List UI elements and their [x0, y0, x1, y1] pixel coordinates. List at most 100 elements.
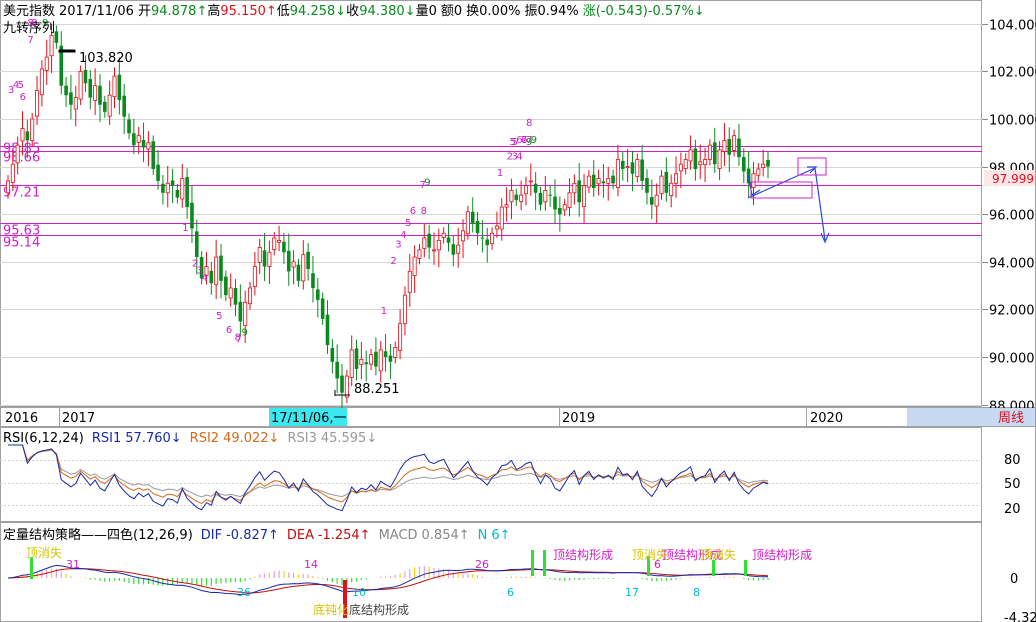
macd-signal-text: 底钝化 — [313, 602, 349, 617]
candle-body-up — [417, 249, 422, 259]
candle-body-up — [272, 237, 277, 250]
nine-turn-label: 6 — [20, 92, 26, 103]
close-value: 94.380↓ — [359, 4, 415, 19]
candle-body-up — [674, 173, 679, 184]
candle-body-down — [577, 180, 582, 203]
candle-body-down — [219, 255, 223, 281]
rsi-legend: RSI(6,12,24) RSI1 57.760↓ RSI2 49.022↓ RSI3 45… — [3, 431, 377, 446]
candle-body-down — [83, 69, 88, 84]
nine-turn-label: 1 — [381, 306, 387, 317]
rsi-tick-20: 20 — [1004, 502, 1021, 517]
candle-body-up — [369, 354, 374, 365]
low-value: 94.258↓ — [290, 4, 346, 19]
candle-body-up — [39, 68, 44, 96]
price-panel-frame — [0, 0, 982, 407]
candle-body-down — [161, 183, 165, 193]
candle-body-down — [103, 101, 107, 112]
candle-body-down — [650, 197, 654, 205]
macd-value: 0.854↑ — [422, 528, 470, 543]
nine-turn-label: 8 — [421, 206, 427, 217]
n-value: 6↑ — [491, 528, 510, 543]
candle-body-down — [388, 355, 393, 362]
rsi-tick-50: 50 — [1004, 477, 1021, 492]
candle-body-down — [262, 250, 267, 267]
candle-body-up — [543, 190, 548, 203]
indicator-name: 九转序列 — [3, 21, 55, 36]
candle-body-up — [49, 35, 54, 57]
volume-value: 量0 — [416, 4, 437, 19]
candle-body-up — [688, 149, 693, 162]
candle-body-down — [374, 351, 378, 367]
candle-body-up — [35, 90, 40, 117]
nine-turn-label: 1 — [182, 223, 188, 234]
candle-body-down — [712, 142, 717, 165]
candle-body-down — [132, 133, 136, 146]
candle-body-up — [44, 56, 49, 71]
candle-body-down — [238, 301, 243, 322]
current-price-tag: 97.999 — [992, 172, 1034, 186]
candle-body-up — [596, 178, 601, 185]
rsi-title: RSI(6,12,24) — [3, 431, 84, 446]
candle-body-up — [586, 175, 591, 188]
nine-turn-label: 5 — [18, 80, 24, 91]
candle-body-up — [582, 185, 587, 207]
macd-signal-number: 36 — [237, 586, 251, 599]
candle-body-up — [267, 251, 272, 267]
candle-body-up — [393, 347, 398, 358]
candle-body-up — [20, 128, 25, 142]
candle-body-down — [737, 138, 741, 158]
candle-body-down — [156, 164, 160, 181]
crosshair-date: 17/11/06,一 — [271, 411, 347, 426]
candle-body-down — [98, 85, 102, 105]
candle-body-up — [698, 161, 703, 166]
candle-body-up — [490, 232, 495, 245]
candle-body-up — [615, 159, 620, 188]
dif-value: -0.827↑ — [226, 528, 279, 543]
candle-body-up — [248, 287, 253, 305]
nine-turn-label: 5 — [216, 311, 222, 322]
chart-window: 104.000102.000100.00098.00096.00094.0009… — [0, 0, 1036, 622]
candle-body-down — [591, 174, 596, 189]
macd-title: 定量结构策略——四色(12,26,9) — [3, 527, 193, 543]
dif-label: DIF — [201, 528, 222, 543]
candle-body-down — [620, 160, 625, 169]
candle-body-up — [180, 178, 185, 200]
level-label: 98.66 — [3, 151, 40, 166]
candle-body-down — [224, 276, 228, 296]
macd-signal-text: 顶结构形成 — [553, 547, 613, 562]
candle-body-up — [722, 140, 727, 152]
amount-value: 额0 — [441, 4, 462, 19]
candle-body-up — [398, 323, 403, 351]
level-label: 95.14 — [3, 236, 40, 251]
candle-body-down — [611, 175, 615, 184]
candle-body-down — [601, 181, 606, 184]
candle-body-down — [194, 231, 199, 258]
candle-body-down — [533, 183, 538, 193]
candle-body-down — [69, 92, 73, 105]
candle-body-down — [306, 251, 310, 269]
candle-body-down — [427, 233, 431, 248]
price-tick-label: 102.000 — [989, 66, 1036, 81]
dea-label: DEA — [287, 528, 314, 543]
candle-body-down — [354, 348, 359, 369]
candle-body-up — [93, 85, 98, 101]
time-axis: 2016 2017 2019 2020 17/11/06,一 周线 — [5, 408, 1035, 426]
rsi3-label: RSI3 — [287, 431, 316, 446]
close-label: 收 — [346, 4, 359, 19]
nine-turn-label: 4 — [202, 273, 208, 284]
nine-turn-labels: 8 97345612345678 912345678912345 678985679 — [8, 18, 537, 346]
candle-body-down — [558, 208, 562, 215]
candle-body-up — [10, 163, 15, 183]
low-label: 低 — [277, 4, 290, 19]
price-tick-label: 94.000 — [989, 257, 1035, 272]
candle-body-up — [436, 239, 441, 251]
period-selector[interactable]: 周线 — [998, 411, 1024, 426]
candle-body-down — [122, 95, 126, 117]
price-chart[interactable]: 104.000102.000100.00098.00096.00094.0009… — [0, 0, 1036, 622]
candle-body-up — [465, 211, 470, 235]
nine-turn-label: 2 — [390, 256, 396, 267]
nine-turn-label: 4 — [400, 230, 406, 241]
candle-body-down — [209, 270, 214, 284]
candle-body-down — [470, 211, 475, 224]
projection-arrow-down — [814, 167, 826, 241]
